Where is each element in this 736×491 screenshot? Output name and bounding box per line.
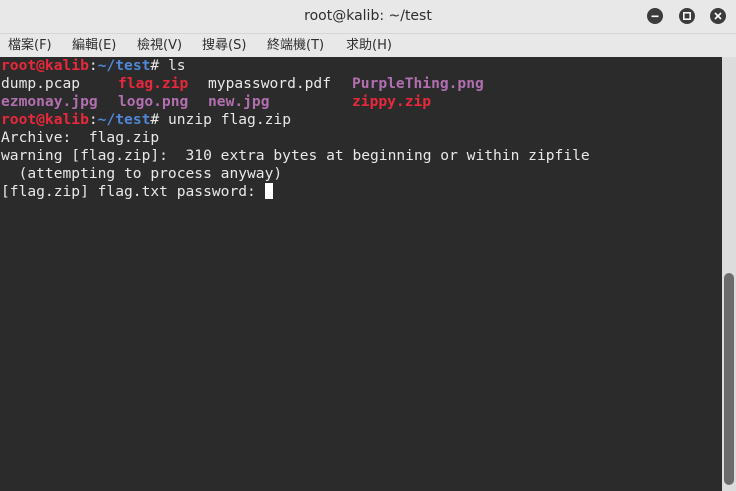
command-text: ls (159, 57, 186, 74)
title-bar[interactable]: root@kalib: ~/test (0, 0, 736, 34)
menu-terminal[interactable]: 終端機(T) (267, 34, 324, 57)
prompt-symbol: # (150, 111, 160, 128)
prompt-symbol: # (150, 57, 160, 74)
prompt-path: ~/test (97, 111, 151, 128)
menu-search[interactable]: 搜尋(S) (202, 34, 246, 57)
ls-output-row: ezmonay.jpg logo.png new.jpg zippy.zip (1, 93, 701, 111)
file-entry: zippy.zip (352, 93, 432, 110)
file-entry: flag.zip (118, 75, 189, 92)
menu-bar: 檔案(F) 編輯(E) 檢視(V) 搜尋(S) 終端機(T) 求助(H) (0, 34, 736, 57)
terminal-line: root@kalib:~/test# unzip flag.zip (1, 111, 291, 129)
prompt-user-host: root@kalib (1, 111, 89, 128)
close-icon (714, 12, 722, 20)
file-entry: dump.pcap (1, 75, 81, 92)
menu-edit[interactable]: 編輯(E) (72, 34, 116, 57)
minimize-icon (651, 15, 659, 18)
minimize-button[interactable] (647, 8, 663, 24)
file-entry: PurpleThing.png (352, 75, 484, 92)
file-entry: new.jpg (208, 93, 270, 110)
file-entry: logo.png (118, 93, 189, 110)
command-text: unzip flag.zip (159, 111, 291, 128)
terminal-line: root@kalib:~/test# ls (1, 57, 186, 75)
text-cursor (264, 183, 273, 199)
terminal-area[interactable]: root@kalib:~/test# ls dump.pcap flag.zip… (0, 57, 722, 491)
file-entry: ezmonay.jpg (1, 93, 98, 110)
password-prompt-line: [flag.zip] flag.txt password: (1, 183, 273, 201)
maximize-icon (683, 12, 691, 20)
menu-view[interactable]: 檢視(V) (137, 34, 182, 57)
maximize-button[interactable] (679, 8, 695, 24)
prompt-user-host: root@kalib (1, 57, 89, 74)
output-line: Archive: flag.zip (1, 129, 160, 146)
prompt-path: ~/test (97, 57, 151, 74)
ls-output-row: dump.pcap flag.zip mypassword.pdf Purple… (1, 75, 701, 93)
prompt-separator: : (88, 57, 98, 74)
menu-file[interactable]: 檔案(F) (8, 34, 52, 57)
password-prompt-text: [flag.zip] flag.txt password: (1, 183, 265, 200)
output-line: warning [flag.zip]: 310 extra bytes at b… (1, 147, 590, 164)
vertical-scrollbar[interactable] (722, 57, 736, 491)
file-entry: mypassword.pdf (208, 75, 332, 92)
menu-help[interactable]: 求助(H) (346, 34, 392, 57)
window-title: root@kalib: ~/test (304, 8, 432, 24)
prompt-separator: : (88, 111, 98, 128)
terminal-window: root@kalib: ~/test 檔案(F) 編輯(E) 檢視(V) 搜尋(… (0, 0, 736, 491)
output-line: (attempting to process anyway) (1, 165, 283, 182)
scrollbar-thumb[interactable] (724, 273, 734, 485)
close-button[interactable] (710, 8, 726, 24)
